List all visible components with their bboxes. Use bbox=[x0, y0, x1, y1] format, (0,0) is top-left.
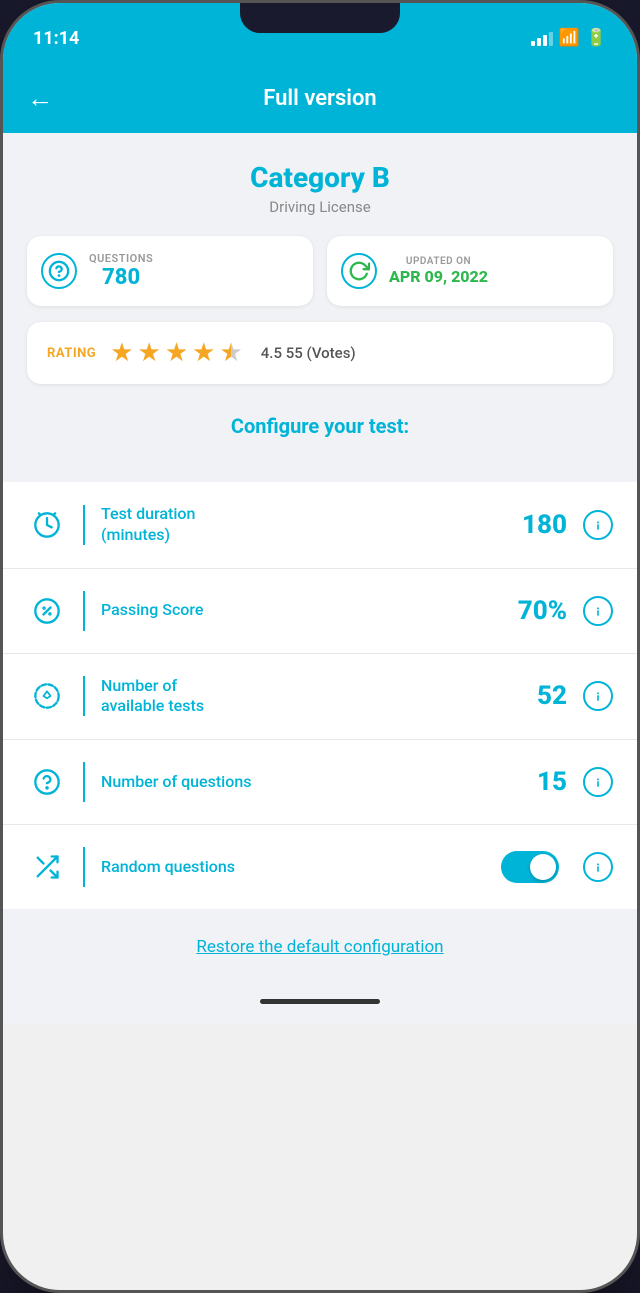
configure-title: Configure your test: bbox=[231, 414, 409, 438]
stars: ★ ★ ★ ★ ★ bbox=[110, 338, 243, 368]
back-button[interactable]: ← bbox=[27, 83, 53, 114]
config-rows: Test duration(minutes) 180 bbox=[3, 482, 637, 909]
available-tests-row: Number ofavailable tests 52 bbox=[3, 654, 637, 741]
passing-score-value: 70% bbox=[507, 596, 567, 626]
home-indicator bbox=[3, 977, 637, 1025]
rating-card: RATING ★ ★ ★ ★ ★ 4.5 55 (Votes) bbox=[27, 322, 613, 384]
questions-icon bbox=[41, 253, 77, 289]
questions-card: QUESTIONS 780 bbox=[27, 236, 313, 306]
rating-count: 4.5 55 (Votes) bbox=[261, 344, 356, 362]
num-questions-value: 15 bbox=[507, 767, 567, 797]
top-section: Category B Driving License QUESTIONS 780 bbox=[3, 133, 637, 482]
divider-2 bbox=[83, 591, 85, 631]
header: ← Full version bbox=[3, 63, 637, 133]
divider-5 bbox=[83, 847, 85, 887]
available-tests-value: 52 bbox=[507, 681, 567, 711]
test-duration-label: Test duration(minutes) bbox=[101, 504, 491, 546]
category-subtitle: Driving License bbox=[27, 198, 613, 216]
questions-label: QUESTIONS bbox=[89, 252, 153, 265]
divider-1 bbox=[83, 505, 85, 545]
available-tests-label: Number ofavailable tests bbox=[101, 676, 491, 718]
num-questions-info-button[interactable] bbox=[583, 767, 613, 797]
divider-3 bbox=[83, 676, 85, 716]
available-tests-icon bbox=[27, 676, 67, 716]
home-bar bbox=[260, 999, 380, 1004]
num-questions-row: Number of questions 15 bbox=[3, 740, 637, 825]
num-questions-icon bbox=[27, 762, 67, 802]
percent-icon bbox=[27, 591, 67, 631]
test-duration-info-button[interactable] bbox=[583, 510, 613, 540]
questions-value: 780 bbox=[89, 265, 153, 290]
wifi-icon: 📶 bbox=[559, 28, 580, 48]
status-time: 11:14 bbox=[33, 28, 79, 49]
toggle-thumb bbox=[530, 854, 556, 880]
passing-score-label: Passing Score bbox=[101, 600, 491, 621]
notch bbox=[240, 3, 400, 33]
test-duration-row: Test duration(minutes) 180 bbox=[3, 482, 637, 569]
main-content: Category B Driving License QUESTIONS 780 bbox=[3, 133, 637, 1025]
updated-card: UPDATED ON APR 09, 2022 bbox=[327, 236, 613, 306]
updated-icon bbox=[341, 253, 377, 289]
header-title: Full version bbox=[263, 86, 376, 111]
passing-score-row: Passing Score 70% bbox=[3, 569, 637, 654]
signal-bars-icon bbox=[531, 30, 553, 46]
random-questions-label: Random questions bbox=[101, 857, 485, 878]
star-5-half: ★ bbox=[219, 338, 242, 368]
restore-link[interactable]: Restore the default configuration bbox=[196, 937, 443, 957]
toggle-track bbox=[501, 851, 559, 883]
available-tests-info-button[interactable] bbox=[583, 681, 613, 711]
star-2: ★ bbox=[138, 338, 161, 368]
star-3: ★ bbox=[165, 338, 188, 368]
updated-value: APR 09, 2022 bbox=[389, 267, 488, 286]
random-questions-toggle[interactable] bbox=[501, 851, 559, 883]
updated-label: UPDATED ON bbox=[389, 256, 488, 267]
num-questions-label: Number of questions bbox=[101, 772, 491, 793]
rating-label: RATING bbox=[47, 346, 96, 361]
random-questions-row: Random questions bbox=[3, 825, 637, 909]
configure-section: Configure your test: bbox=[27, 404, 613, 458]
random-questions-info-button[interactable] bbox=[583, 852, 613, 882]
divider-4 bbox=[83, 762, 85, 802]
clock-icon bbox=[27, 505, 67, 545]
info-cards: QUESTIONS 780 UPDATED ON APR 09, 2022 bbox=[27, 236, 613, 306]
passing-score-info-button[interactable] bbox=[583, 596, 613, 626]
status-icons: 📶 🔋 bbox=[531, 28, 607, 48]
phone-frame: 11:14 📶 🔋 ← Full version Category B Driv… bbox=[0, 0, 640, 1293]
star-1: ★ bbox=[110, 338, 133, 368]
footer-section: Restore the default configuration bbox=[3, 909, 637, 977]
category-title: Category B bbox=[27, 161, 613, 194]
star-4: ★ bbox=[192, 338, 215, 368]
shuffle-icon bbox=[27, 847, 67, 887]
test-duration-value: 180 bbox=[507, 510, 567, 540]
battery-icon: 🔋 bbox=[586, 28, 607, 48]
